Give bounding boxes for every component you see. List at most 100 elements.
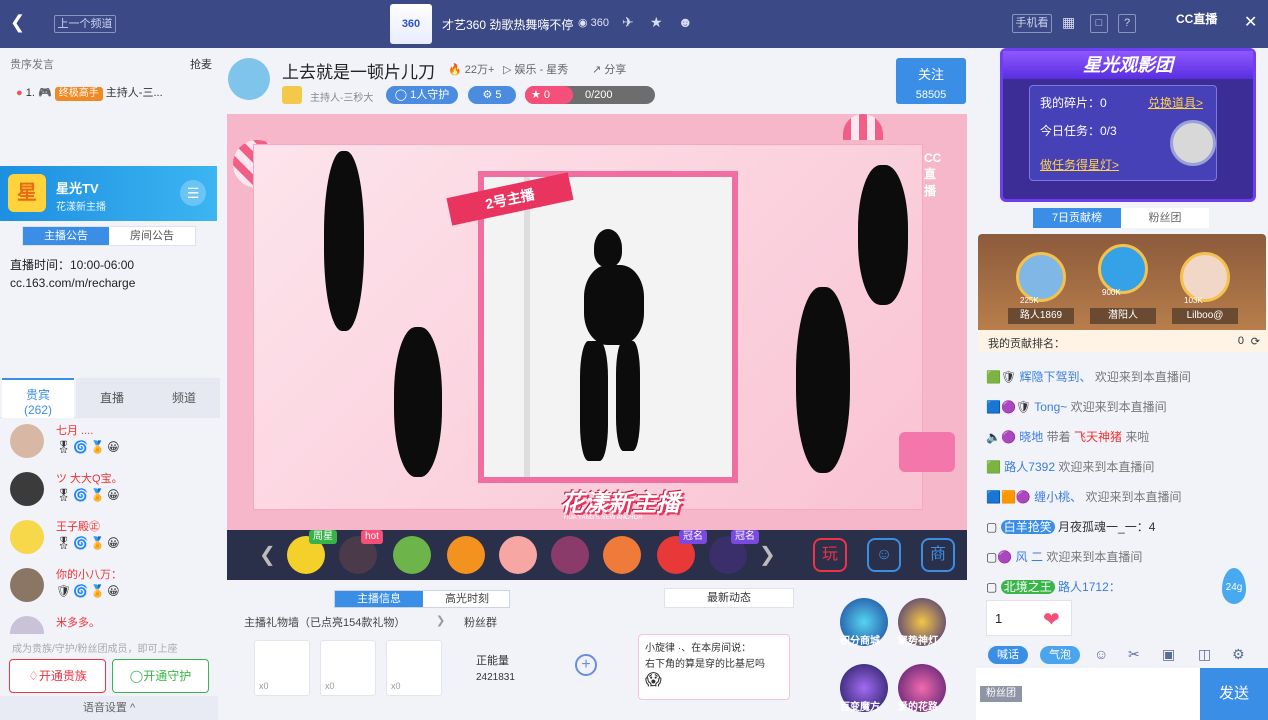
tab-highlight[interactable]: 高光时刻 bbox=[423, 591, 511, 607]
gift-wall-item[interactable]: x0 bbox=[320, 640, 376, 696]
fans-pill[interactable]: ⚙ 5 bbox=[468, 86, 516, 104]
gift-wall-title[interactable]: 主播礼物墙（已点亮154款礼物） bbox=[244, 614, 405, 630]
avatar[interactable] bbox=[1098, 244, 1148, 294]
voice-settings-button[interactable]: 语音设置 ^ bbox=[0, 696, 218, 720]
list-item[interactable]: 王子殿㊣ 🎖🌀🏅😀 bbox=[10, 518, 210, 562]
chat-user[interactable]: 缠小桃、 bbox=[1034, 490, 1082, 504]
task-link[interactable]: 做任务得星灯> bbox=[1040, 156, 1119, 173]
news-card[interactable]: 小旋律 ·、在本房间说： 右下角的算是穿的比基尼吗 😱 bbox=[638, 634, 790, 700]
chat-message[interactable]: 🟦🟧🟣 缠小桃、 欢迎来到本直播间 bbox=[986, 488, 1182, 505]
chat-user[interactable]: 晓地 bbox=[1019, 430, 1043, 444]
chat-message[interactable]: ▢🟣 风 二 欢迎来到本直播间 bbox=[986, 548, 1142, 565]
gift-melon[interactable] bbox=[393, 536, 431, 574]
lamp-button[interactable]: 聚势神灯 bbox=[898, 598, 946, 647]
tab-room-notice[interactable]: 房间公告 bbox=[109, 227, 195, 245]
chat-user[interactable]: Tong~ bbox=[1034, 400, 1067, 414]
gift-wall-item[interactable]: x0 bbox=[386, 640, 442, 696]
tab-vip[interactable]: 贵宾 (262) bbox=[2, 378, 74, 418]
scissors-icon[interactable]: ✂ bbox=[1128, 646, 1140, 663]
chevron-left-icon[interactable]: ❮ bbox=[10, 12, 25, 33]
play-game-icon[interactable]: 玩 bbox=[813, 538, 847, 572]
news-title[interactable]: 最新动态 bbox=[664, 588, 794, 608]
anchor-card[interactable]: 星 星光TV 花漾新主播 ☰ bbox=[0, 166, 217, 221]
avatar[interactable] bbox=[1180, 252, 1230, 302]
bell-icon[interactable]: □ bbox=[1090, 14, 1108, 33]
tab-live[interactable]: 直播 bbox=[76, 378, 148, 418]
prev-channel-button[interactable]: 上一个频道 bbox=[54, 15, 116, 33]
chat-message[interactable]: 🟩🛡 辉隐下驾到、 欢迎来到本直播间 bbox=[986, 368, 1191, 385]
list-item[interactable]: 七月 .... 🎖🌀🏅😀 bbox=[10, 422, 210, 466]
star-icon[interactable]: ★ bbox=[650, 14, 663, 31]
lock-icon[interactable]: ◫ bbox=[1198, 646, 1211, 663]
chevron-left-icon[interactable]: ❮ bbox=[259, 542, 276, 567]
list-item[interactable]: ツ 大大Q宝。 🎖🌀🏅😀 bbox=[10, 470, 210, 514]
shout-button[interactable]: 喊话 bbox=[988, 646, 1028, 664]
chat-user[interactable]: 风 二 bbox=[1016, 550, 1043, 564]
notice-url[interactable]: cc.163.com/m/recharge bbox=[10, 274, 135, 292]
tab-anchor-notice[interactable]: 主播公告 bbox=[23, 227, 109, 245]
chat-message[interactable]: ▢ 白羊抢笑 月夜孤魂一_一：4 bbox=[986, 518, 1155, 535]
gift-progress[interactable]: ★ 0 0/200 bbox=[525, 86, 655, 104]
chat-message[interactable]: 🟩 路人7392 欢迎来到本直播间 bbox=[986, 458, 1154, 475]
add-energy-icon[interactable]: + bbox=[575, 654, 597, 676]
list-item[interactable]: 米多多。 bbox=[10, 614, 210, 634]
tab-weekly-rank[interactable]: 7日贡献榜 bbox=[1033, 208, 1121, 228]
menu-icon[interactable]: ☰ bbox=[180, 180, 206, 206]
love-road-button[interactable]: 爱的花路 bbox=[898, 664, 946, 713]
gift-peach[interactable] bbox=[499, 536, 537, 574]
image-icon[interactable]: ▣ bbox=[1162, 646, 1175, 663]
pack-icon[interactable]: ☺ bbox=[867, 538, 901, 572]
fan-badge[interactable]: 粉丝团 bbox=[980, 686, 1022, 702]
share-button[interactable]: ↗ 分享 bbox=[592, 61, 626, 77]
gift-fruitbasket[interactable] bbox=[603, 536, 641, 574]
grid-icon[interactable]: ▦ bbox=[1062, 14, 1075, 31]
gear-icon[interactable]: ⚙ bbox=[1232, 646, 1245, 663]
emoji-icon[interactable]: ☺ bbox=[1094, 646, 1108, 662]
gift-wall-item[interactable]: x0 bbox=[254, 640, 310, 696]
star-watch-panel[interactable]: 星光观影团 我的碎片：0 兑换道具> 今日任务：0/3 做任务得星灯> bbox=[1000, 48, 1256, 202]
tab-channel[interactable]: 频道 bbox=[148, 378, 220, 418]
fans-group-title[interactable]: 粉丝群 bbox=[464, 614, 497, 630]
chat-input-area[interactable]: 粉丝团 发送 bbox=[976, 668, 1268, 720]
plane-icon[interactable]: ✈ bbox=[622, 14, 634, 31]
chat-user[interactable]: 白羊抢笑 bbox=[1000, 520, 1055, 534]
avatar[interactable] bbox=[1016, 252, 1066, 302]
magic-cube-button[interactable]: 百变魔方 bbox=[840, 664, 888, 713]
gift-mangosteen[interactable] bbox=[551, 536, 589, 574]
bubble-button[interactable]: 气泡 bbox=[1040, 646, 1080, 664]
heart-icon[interactable]: ❤ bbox=[1043, 607, 1060, 632]
refresh-icon[interactable]: ⟳ bbox=[1251, 335, 1260, 348]
live-video[interactable]: 2号主播 CC直播 花漾新主播 HUA YANG'S NEW ANCHOR bbox=[227, 114, 967, 530]
help-icon[interactable]: ? bbox=[1118, 14, 1136, 33]
gift-orange[interactable] bbox=[447, 536, 485, 574]
anchor-avatar[interactable] bbox=[228, 58, 270, 100]
points-mall-button[interactable]: 积分商城 bbox=[840, 598, 888, 647]
coin-icon[interactable]: 24g bbox=[1222, 568, 1246, 604]
open-noble-button[interactable]: ♢开通贵族 bbox=[9, 659, 106, 693]
list-item[interactable]: 你的小八万： 🛡🌀🏅😀 bbox=[10, 566, 210, 610]
guard-pill[interactable]: ◯ 1人守护 bbox=[386, 86, 458, 104]
category[interactable]: ▷ 娱乐 - 星秀 bbox=[503, 61, 568, 77]
shop-icon[interactable]: 商 bbox=[921, 538, 955, 572]
chat-user[interactable]: 路人7392 bbox=[1004, 460, 1055, 474]
chevron-right-icon[interactable]: ❯ bbox=[759, 542, 776, 567]
close-icon[interactable]: ✕ bbox=[1244, 12, 1257, 32]
open-guard-button[interactable]: ◯开通守护 bbox=[112, 659, 209, 693]
users-icon[interactable]: ☻ bbox=[678, 14, 693, 30]
chat-message[interactable]: ▢ 北境之王 路人1712： bbox=[986, 578, 1121, 595]
chat-user[interactable]: 辉隐下驾到、 bbox=[1020, 370, 1092, 384]
gift-quantity-input[interactable]: 1 ❤ bbox=[986, 600, 1072, 636]
send-button[interactable]: 发送 bbox=[1200, 668, 1268, 720]
tab-anchor-info[interactable]: 主播信息 bbox=[335, 591, 423, 607]
chevron-right-icon[interactable]: ❯ bbox=[436, 614, 445, 627]
follow-button[interactable]: 关注 58505 bbox=[896, 58, 966, 104]
host-name[interactable]: 主持人-三秒大 bbox=[310, 89, 373, 104]
chat-user[interactable]: 北境之王 bbox=[1000, 580, 1055, 594]
mic-queue-row[interactable]: ● 1. 🎮 终极高手 主持人-三... bbox=[16, 84, 163, 101]
mobile-watch-button[interactable]: 手机看 bbox=[1012, 14, 1052, 33]
grab-mic-button[interactable]: 抢麦 bbox=[190, 56, 212, 72]
tab-fans-rank[interactable]: 粉丝团 bbox=[1121, 208, 1209, 228]
chat-message[interactable]: 🟦🟣🛡 Tong~ 欢迎来到本直播间 bbox=[986, 398, 1167, 415]
exchange-link[interactable]: 兑换道具> bbox=[1148, 94, 1203, 111]
chat-message[interactable]: 🔈🟣 晓地 带着 飞天神猪 来啦 bbox=[986, 428, 1149, 445]
